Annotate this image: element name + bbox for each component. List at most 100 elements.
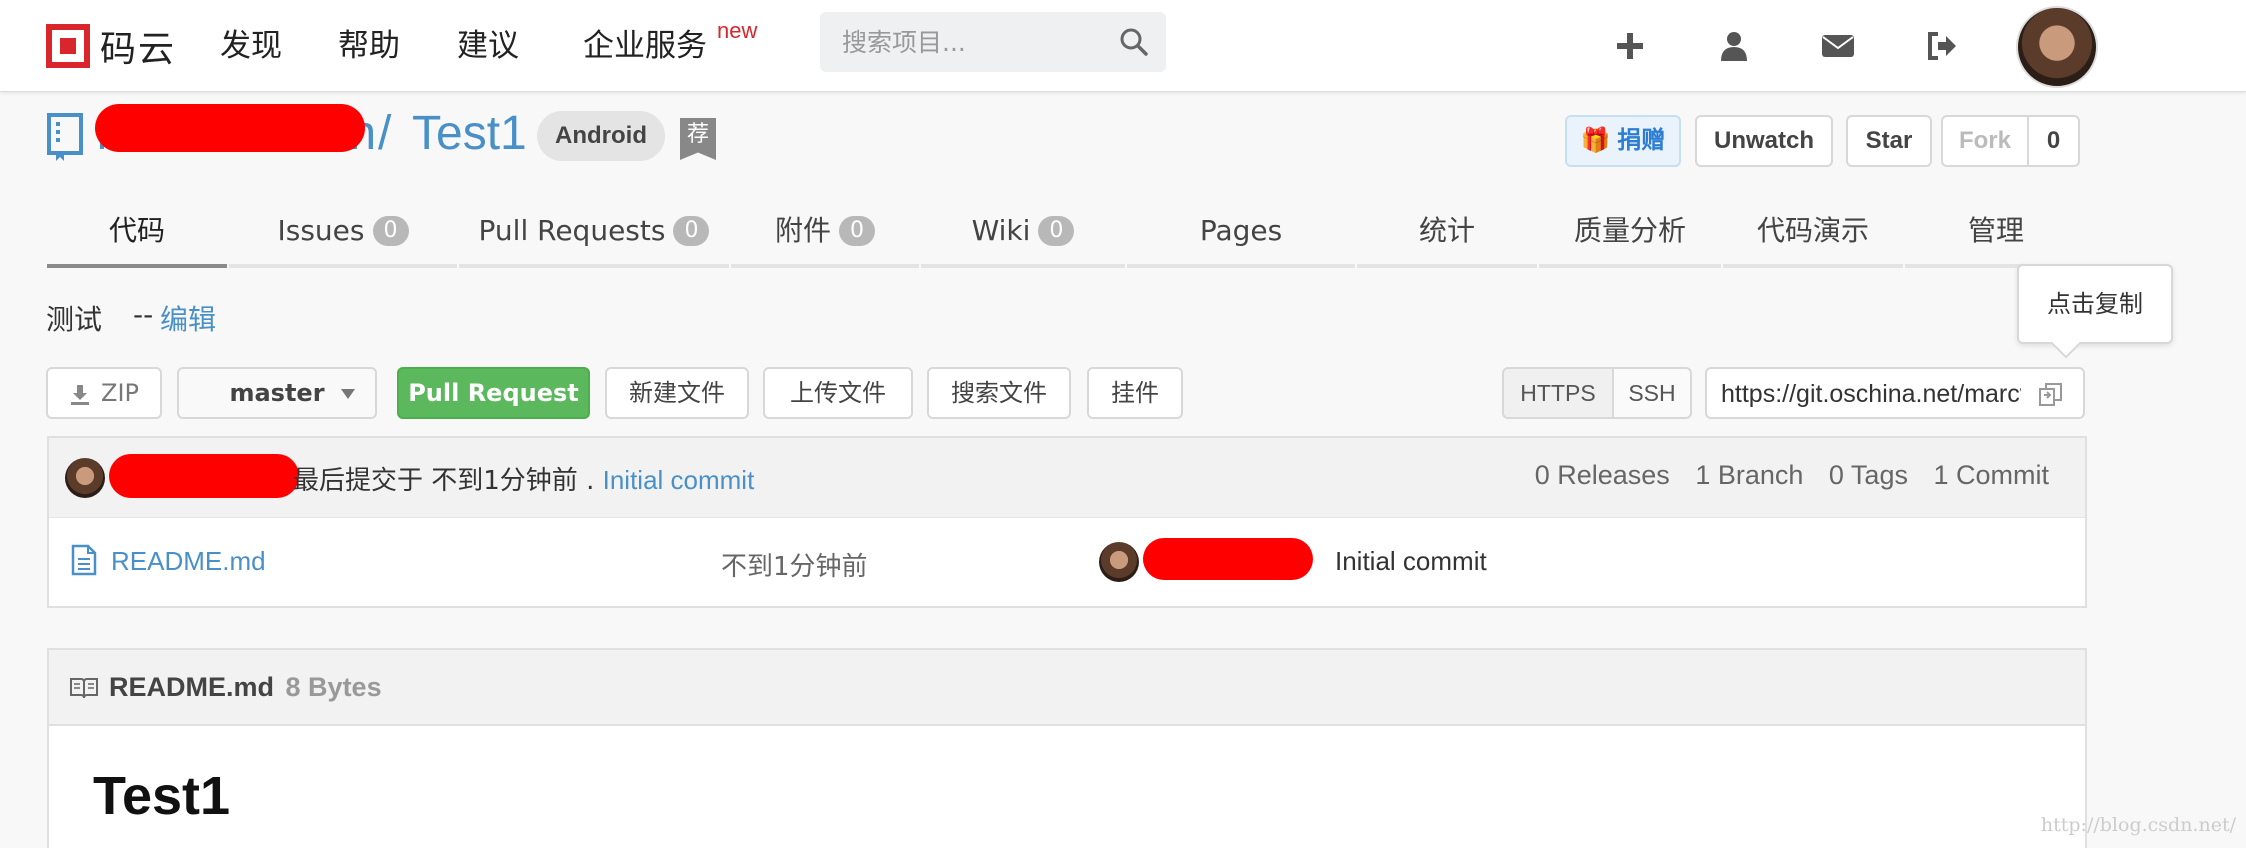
branch-label: master [229, 379, 325, 407]
recommend-badge: 荐 [680, 118, 716, 160]
fork-button[interactable]: Fork [1941, 115, 2029, 167]
nav-link-enterprise[interactable]: 企业服务 [583, 20, 707, 65]
book-icon [70, 678, 98, 699]
committer-redaction [109, 454, 299, 498]
tab-pull-requests[interactable]: Pull Requests 0 [459, 200, 729, 268]
search-file-button[interactable]: 搜索文件 [927, 367, 1071, 419]
tab-label: 代码 [108, 214, 165, 247]
latest-commit-bar: 最后提交于 不到1分钟前 . Initial commit 0 Releases… [49, 438, 2085, 518]
language-badge[interactable]: Android [537, 111, 665, 161]
tab-code[interactable]: 代码 [47, 200, 227, 268]
envelope-icon[interactable] [1820, 28, 1856, 64]
ssh-toggle[interactable]: SSH [1612, 367, 1692, 419]
tab-label: 附件 [774, 214, 831, 247]
readme-header: README.md 8 Bytes [49, 650, 2085, 726]
repo-name-link[interactable]: Test1 [412, 106, 527, 161]
top-navbar: 码云 发现 帮助 建议 企业服务 new [0, 0, 2246, 92]
tab-demo[interactable]: 代码演示 [1723, 200, 1903, 268]
upload-file-button[interactable]: 上传文件 [763, 367, 913, 419]
commit-message-link[interactable]: Initial commit [603, 465, 755, 495]
commit-info: 最后提交于 不到1分钟前 . Initial commit [293, 460, 754, 497]
readme-panel: README.md 8 Bytes Test1 [47, 648, 2087, 848]
new-file-button[interactable]: 新建文件 [605, 367, 749, 419]
edit-description-link[interactable]: 编辑 [160, 298, 216, 338]
user-icon[interactable] [1716, 28, 1752, 64]
file-name-link[interactable]: README.md [111, 546, 266, 577]
file-committer-avatar[interactable] [1099, 542, 1139, 582]
repo-path-separator: / [378, 107, 392, 160]
branch-count-link[interactable]: 1 Branch [1695, 460, 1803, 490]
tab-manage[interactable]: 管理 [1905, 200, 2087, 268]
clone-url-box [1705, 367, 2085, 419]
releases-link[interactable]: 0 Releases [1535, 460, 1670, 490]
commits-link[interactable]: 1 Commit [1933, 460, 2049, 490]
nav-link-suggest[interactable]: 建议 [457, 20, 519, 65]
watermark: http://blog.csdn.net/ [2040, 814, 2236, 836]
tab-label: 代码演示 [1756, 214, 1869, 247]
readme-title: README.md 8 Bytes [109, 672, 382, 703]
file-committer-redaction [1143, 538, 1313, 580]
file-icon [71, 544, 97, 576]
commit-time-text: 最后提交于 不到1分钟前 . [293, 466, 595, 496]
fork-count[interactable]: 0 [2027, 115, 2080, 167]
search-input[interactable] [842, 24, 1102, 60]
widget-button[interactable]: 挂件 [1087, 367, 1183, 419]
repo-icon [47, 113, 83, 161]
pull-request-button[interactable]: Pull Request [397, 367, 590, 419]
user-avatar[interactable] [2016, 6, 2098, 88]
search-box [820, 12, 1166, 72]
copy-icon[interactable] [2037, 381, 2065, 409]
zip-download-button[interactable]: ZIP [46, 367, 162, 419]
clone-url-input[interactable] [1721, 377, 2021, 411]
tab-label: Wiki [971, 214, 1031, 247]
repo-stats: 0 Releases 1 Branch 0 Tags 1 Commit [1517, 460, 2049, 491]
file-list: 最后提交于 不到1分钟前 . Initial commit 0 Releases… [47, 436, 2087, 608]
wiki-count-badge: 0 [1038, 216, 1075, 246]
tab-stats[interactable]: 统计 [1357, 200, 1537, 268]
readme-size: 8 Bytes [285, 672, 382, 702]
owner-redaction [95, 104, 365, 152]
file-commit-message[interactable]: Initial commit [1335, 546, 1487, 577]
attachments-count-badge: 0 [839, 216, 875, 246]
nav-link-help[interactable]: 帮助 [338, 20, 400, 65]
tab-attachments[interactable]: 附件 0 [731, 200, 919, 268]
zip-label: ZIP [101, 379, 139, 407]
readme-heading: Test1 [93, 766, 231, 826]
tab-wiki[interactable]: Wiki 0 [921, 200, 1125, 268]
tab-label: 管理 [1967, 214, 2024, 247]
unwatch-button[interactable]: Unwatch [1695, 115, 1833, 167]
search-icon[interactable] [1118, 26, 1150, 58]
donate-button[interactable]: 🎁 捐赠 [1565, 115, 1681, 167]
tab-issues[interactable]: Issues 0 [229, 200, 457, 268]
gift-icon: 🎁 [1580, 127, 1611, 154]
nav-link-discover[interactable]: 发现 [220, 20, 282, 65]
tab-label: 统计 [1418, 214, 1475, 247]
description-separator: -- [133, 298, 154, 331]
logo-mark-icon [46, 24, 90, 68]
new-badge: new [717, 18, 758, 43]
tab-label: Pull Requests [478, 214, 666, 247]
committer-avatar[interactable] [65, 458, 105, 498]
tab-label: Pages [1199, 214, 1283, 247]
tab-label: Issues [277, 214, 365, 247]
logout-icon[interactable] [1924, 28, 1960, 64]
tab-quality[interactable]: 质量分析 [1539, 200, 1721, 268]
pr-count-badge: 0 [673, 216, 710, 246]
https-toggle[interactable]: HTTPS [1502, 367, 1614, 419]
repo-description: 测试 [46, 303, 103, 336]
file-updated-time: 不到1分钟前 [721, 552, 868, 582]
site-logo[interactable]: 码云 [46, 20, 176, 72]
tab-pages[interactable]: Pages [1127, 200, 1355, 268]
copy-tooltip: 点击复制 [2017, 264, 2173, 344]
star-button[interactable]: Star [1846, 115, 1932, 167]
table-row[interactable]: README.md 不到1分钟前 Initial commit [49, 518, 2085, 606]
tab-label: 质量分析 [1573, 214, 1686, 247]
tags-link[interactable]: 0 Tags [1829, 460, 1908, 490]
issues-count-badge: 0 [372, 216, 409, 246]
readme-filename: README.md [109, 672, 275, 702]
caret-down-icon [341, 389, 355, 399]
plus-icon[interactable] [1612, 28, 1648, 64]
branch-select[interactable]: master [177, 367, 377, 419]
download-icon [71, 385, 89, 405]
donate-label: 捐赠 [1617, 127, 1666, 154]
